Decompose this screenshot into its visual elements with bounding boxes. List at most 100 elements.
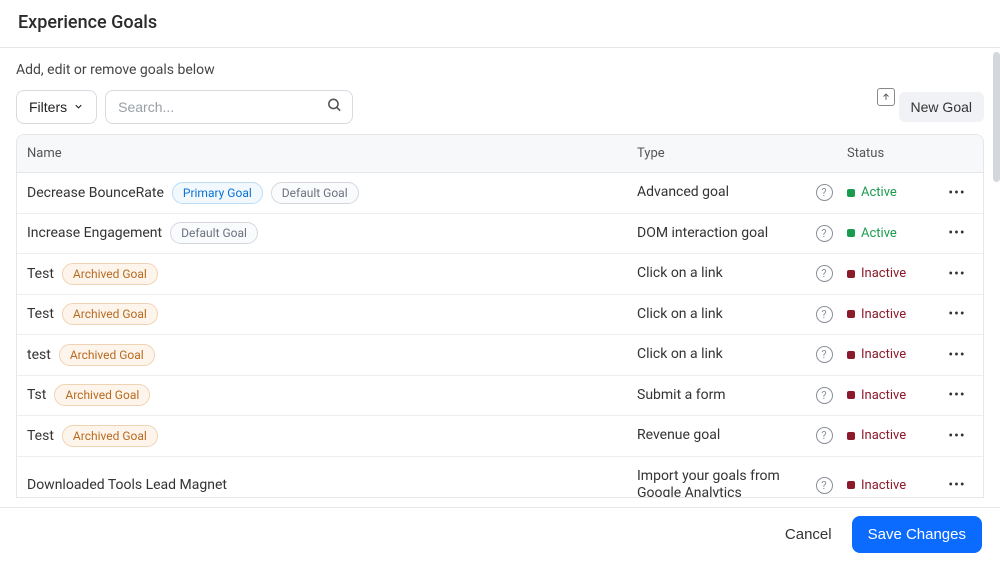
table-row: test Archived Goal Click on a link? Inactiv… (17, 335, 983, 376)
status-text: Active (861, 185, 897, 200)
more-actions-icon[interactable]: ••• (933, 306, 981, 322)
cell-status: Inactive (843, 376, 933, 414)
goal-name: Test (27, 266, 54, 282)
left-controls: Filters (16, 90, 353, 124)
cell-status: Inactive (843, 417, 933, 455)
type-text: Click on a link (637, 346, 723, 362)
cell-type: Revenue goal (633, 416, 805, 456)
status-chip: Inactive (847, 266, 906, 281)
table-header: Name Type Status (17, 135, 983, 173)
goal-name: Increase Engagement (27, 225, 162, 241)
more-actions-icon[interactable]: ••• (933, 225, 981, 241)
help-icon[interactable]: ? (816, 427, 833, 444)
table-row: Downloaded Tools Lead Magnet Import your … (17, 457, 983, 498)
table-row: TestArchived GoalClick on a link?Inactiv… (17, 254, 983, 295)
cell-status: Inactive (843, 466, 933, 497)
more-actions-icon[interactable]: ••• (933, 387, 981, 403)
cell-help: ? (805, 184, 843, 201)
cell-status: Inactive (843, 295, 933, 333)
more-actions-icon[interactable]: ••• (933, 477, 981, 493)
type-text: Click on a link (637, 306, 723, 322)
cell-type: Import your goals from Google Analytics (633, 457, 805, 498)
archived-goal-badge: Archived Goal (62, 303, 158, 325)
table-row: Test Archived Goal Revenue goal? Inactive••… (17, 416, 983, 457)
filters-label: Filters (29, 99, 67, 115)
cell-name: Test Archived Goal (17, 425, 633, 447)
status-chip: Active (847, 185, 897, 200)
status-chip: Inactive (847, 307, 906, 322)
table-body: Decrease BounceRate Primary Goal Default G… (17, 173, 983, 497)
status-dot-icon (847, 481, 855, 489)
goals-table: Name Type Status Decrease BounceRate Prim… (16, 134, 984, 498)
subtitle: Add, edit or remove goals below (16, 62, 984, 78)
scrollbar-track[interactable] (993, 52, 1000, 482)
cancel-button[interactable]: Cancel (779, 518, 838, 551)
type-text: Advanced goal (637, 184, 729, 200)
content: Add, edit or remove goals below Filters … (0, 48, 1000, 498)
cell-name: Decrease BounceRate Primary Goal Default G… (17, 182, 633, 204)
col-header-status: Status (843, 135, 933, 172)
cell-actions: ••• (933, 477, 981, 493)
filters-button[interactable]: Filters (16, 90, 97, 124)
col-header-type: Type (633, 135, 805, 172)
scrollbar-thumb[interactable] (993, 52, 1000, 182)
more-actions-icon[interactable]: ••• (933, 428, 981, 444)
cell-status: Active (843, 174, 933, 212)
cell-type: Click on a link (633, 254, 805, 294)
top-controls: Filters New Goal (16, 90, 984, 124)
primary-goal-badge: Primary Goal (172, 182, 263, 204)
page-title: Experience Goals (18, 12, 982, 33)
cell-help: ? (805, 225, 843, 242)
cell-name: test Archived Goal (17, 344, 633, 366)
status-text: Inactive (861, 347, 906, 362)
cell-type: Submit a form (633, 376, 805, 416)
help-icon[interactable]: ? (816, 225, 833, 242)
table-row: TstArchived GoalSubmit a form?Inactive••… (17, 376, 983, 417)
type-text: DOM interaction goal (637, 225, 768, 241)
type-text: Revenue goal (637, 427, 720, 443)
table-row: TestArchived GoalClick on a link? Inactiv… (17, 295, 983, 336)
cell-help: ? (805, 346, 843, 363)
more-actions-icon[interactable]: ••• (933, 185, 981, 201)
help-icon[interactable]: ? (816, 387, 833, 404)
help-icon[interactable]: ? (816, 265, 833, 282)
default-goal-badge: Default Goal (271, 182, 359, 204)
cell-help: ? (805, 387, 843, 404)
help-icon[interactable]: ? (816, 346, 833, 363)
status-dot-icon (847, 391, 855, 399)
status-dot-icon (847, 432, 855, 440)
search-input[interactable] (105, 90, 353, 124)
cell-actions: ••• (933, 306, 981, 322)
type-text: Click on a link (637, 265, 723, 281)
search-icon[interactable] (326, 97, 343, 118)
cell-status: Active (843, 214, 933, 252)
cell-name: TestArchived Goal (17, 303, 633, 325)
type-text: Submit a form (637, 387, 726, 403)
goal-name: Test (27, 428, 54, 444)
help-icon[interactable]: ? (816, 184, 833, 201)
cell-type: Advanced goal (633, 173, 805, 213)
more-actions-icon[interactable]: ••• (933, 266, 981, 282)
cell-status: Inactive (843, 255, 933, 293)
goal-name: Tst (27, 387, 46, 403)
goal-name: Decrease BounceRate (27, 185, 164, 201)
cell-name: Downloaded Tools Lead Magnet (17, 477, 633, 493)
cell-actions: ••• (933, 266, 981, 282)
help-icon[interactable]: ? (816, 477, 833, 494)
cell-actions: ••• (933, 225, 981, 241)
status-dot-icon (847, 310, 855, 318)
new-goal-button[interactable]: New Goal (899, 92, 984, 122)
footer: Cancel Save Changes (0, 507, 1000, 561)
goal-name: Downloaded Tools Lead Magnet (27, 477, 227, 493)
cell-actions: ••• (933, 347, 981, 363)
help-icon[interactable]: ? (816, 306, 833, 323)
more-actions-icon[interactable]: ••• (933, 347, 981, 363)
save-button[interactable]: Save Changes (852, 516, 982, 553)
page-header: Experience Goals (0, 0, 1000, 48)
upload-icon[interactable] (877, 88, 895, 106)
archived-goal-badge: Archived Goal (59, 344, 155, 366)
status-dot-icon (847, 270, 855, 278)
archived-goal-badge: Archived Goal (62, 425, 158, 447)
goal-name: test (27, 347, 51, 363)
type-text: Import your goals from Google Analytics (637, 468, 780, 498)
